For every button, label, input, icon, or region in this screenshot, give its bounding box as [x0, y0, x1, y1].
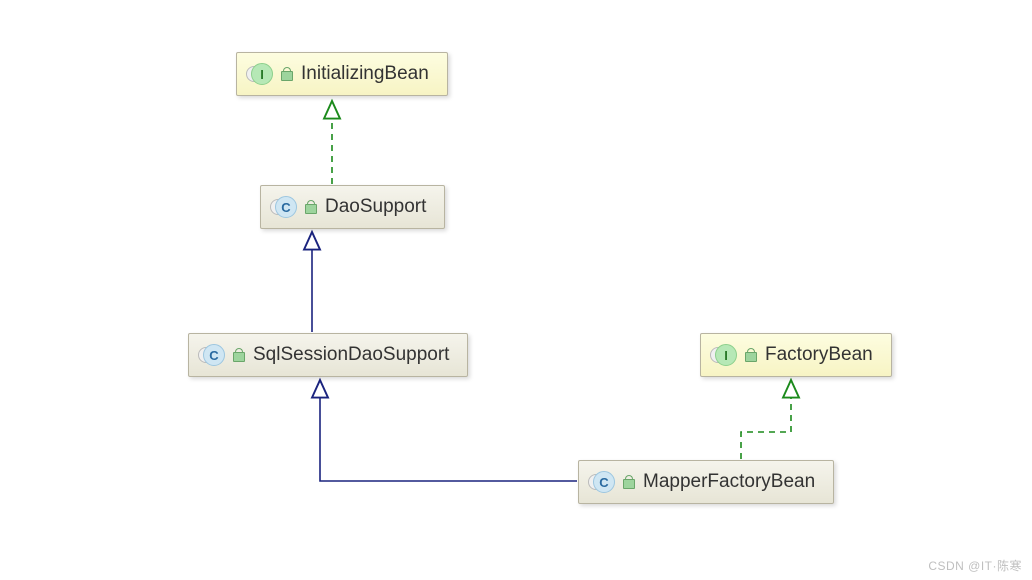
node-sqlSessionDaoSupport: C SqlSessionDaoSupport [188, 333, 468, 377]
node-daoSupport: C DaoSupport [260, 185, 445, 229]
node-mapperFactoryBean: C MapperFactoryBean [578, 460, 834, 504]
class-icon: C [273, 196, 295, 218]
node-label: DaoSupport [325, 196, 426, 218]
connector-layer [0, 0, 1032, 580]
interface-icon: I [249, 63, 271, 85]
node-label: SqlSessionDaoSupport [253, 344, 449, 366]
diagram-canvas: I InitializingBean C DaoSupport C SqlSes… [0, 0, 1032, 580]
node-label: InitializingBean [301, 63, 429, 85]
class-icon: C [201, 344, 223, 366]
lock-icon [233, 348, 245, 362]
edge-mapperFactoryBean-sqlSessionDaoSupport [320, 380, 577, 481]
node-label: FactoryBean [765, 344, 873, 366]
lock-icon [745, 348, 757, 362]
lock-icon [305, 200, 317, 214]
class-icon: C [591, 471, 613, 493]
lock-icon [281, 67, 293, 81]
edge-mapperFactoryBean-factoryBean [741, 380, 791, 459]
interface-icon: I [713, 344, 735, 366]
node-factoryBean: I FactoryBean [700, 333, 892, 377]
watermark: CSDN @IT·陈寒 [928, 557, 1022, 574]
lock-icon [623, 475, 635, 489]
node-initializingBean: I InitializingBean [236, 52, 448, 96]
node-label: MapperFactoryBean [643, 471, 815, 493]
